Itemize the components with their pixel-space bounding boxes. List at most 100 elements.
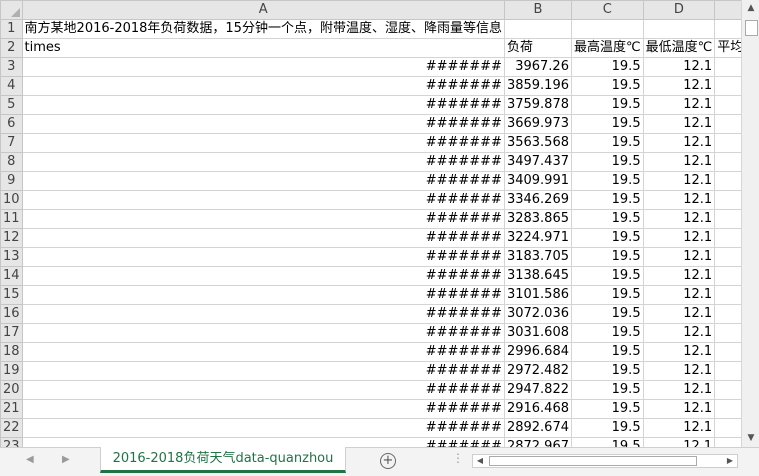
- cell[interactable]: [503, 19, 572, 39]
- cell[interactable]: 12.1: [642, 266, 716, 286]
- cell[interactable]: 12.1: [642, 114, 716, 134]
- cell[interactable]: 19.5: [570, 266, 644, 286]
- cell[interactable]: 15.8: [714, 190, 741, 210]
- cell[interactable]: #######: [21, 285, 505, 305]
- prev-sheet-icon[interactable]: ◀: [26, 454, 34, 465]
- cell[interactable]: 15.8: [714, 209, 741, 229]
- add-sheet-icon[interactable]: +: [380, 453, 396, 469]
- cell[interactable]: #######: [21, 95, 505, 115]
- cell[interactable]: 15.8: [714, 114, 741, 134]
- cell[interactable]: 15.8: [714, 399, 741, 419]
- cell[interactable]: 19.5: [570, 247, 644, 267]
- cell[interactable]: 15.8: [714, 57, 741, 77]
- row-header[interactable]: 15: [0, 285, 23, 305]
- cell[interactable]: #######: [21, 418, 505, 438]
- cell[interactable]: #######: [21, 76, 505, 96]
- cell[interactable]: #######: [21, 342, 505, 362]
- cell[interactable]: 19.5: [570, 76, 644, 96]
- cell[interactable]: 15.8: [714, 152, 741, 172]
- column-label-cell[interactable]: 最低温度℃: [642, 38, 716, 58]
- row-header[interactable]: 7: [0, 133, 23, 153]
- row-header[interactable]: 12: [0, 228, 23, 248]
- cell[interactable]: 15.8: [714, 361, 741, 381]
- cell[interactable]: #######: [21, 228, 505, 248]
- cell[interactable]: 15.8: [714, 133, 741, 153]
- cell[interactable]: 12.1: [642, 76, 716, 96]
- column-header[interactable]: D: [642, 0, 716, 20]
- cell[interactable]: #######: [21, 57, 505, 77]
- cell[interactable]: #######: [21, 133, 505, 153]
- row-header[interactable]: 5: [0, 95, 23, 115]
- cell[interactable]: 19.5: [570, 152, 644, 172]
- cell[interactable]: 3072.036: [503, 304, 572, 324]
- cell[interactable]: 2892.674: [503, 418, 572, 438]
- more-options-icon[interactable]: ⋮: [452, 451, 464, 465]
- row-header[interactable]: 1: [0, 19, 23, 39]
- scroll-up-icon[interactable]: ▲: [742, 0, 759, 17]
- cell[interactable]: 15.8: [714, 323, 741, 343]
- cell[interactable]: #######: [21, 190, 505, 210]
- cell[interactable]: 15.8: [714, 418, 741, 438]
- cell[interactable]: 19.5: [570, 228, 644, 248]
- cell[interactable]: 19.5: [570, 304, 644, 324]
- cell[interactable]: 12.1: [642, 133, 716, 153]
- cell[interactable]: 3283.865: [503, 209, 572, 229]
- cell[interactable]: 12.1: [642, 437, 716, 447]
- cell[interactable]: 3669.973: [503, 114, 572, 134]
- select-all-corner[interactable]: [0, 0, 23, 20]
- vertical-scroll-thumb[interactable]: [745, 20, 758, 36]
- cell[interactable]: 3138.645: [503, 266, 572, 286]
- cell[interactable]: 2872.967: [503, 437, 572, 447]
- cell[interactable]: 15.8: [714, 380, 741, 400]
- cell[interactable]: 12.1: [642, 57, 716, 77]
- row-header[interactable]: 11: [0, 209, 23, 229]
- cell[interactable]: 19.5: [570, 342, 644, 362]
- cell[interactable]: 3497.437: [503, 152, 572, 172]
- column-header[interactable]: E: [714, 0, 741, 20]
- next-sheet-icon[interactable]: ▶: [62, 454, 70, 465]
- cell[interactable]: 15.8: [714, 285, 741, 305]
- cell[interactable]: 12.1: [642, 209, 716, 229]
- column-header[interactable]: C: [570, 0, 644, 20]
- cell[interactable]: 19.5: [570, 95, 644, 115]
- scroll-right-icon[interactable]: ▶: [723, 455, 737, 467]
- row-header[interactable]: 3: [0, 57, 23, 77]
- row-header[interactable]: 18: [0, 342, 23, 362]
- cell[interactable]: 2916.468: [503, 399, 572, 419]
- cell[interactable]: #######: [21, 152, 505, 172]
- column-label-cell[interactable]: 最高温度℃: [570, 38, 644, 58]
- column-label-cell[interactable]: 负荷: [503, 38, 572, 58]
- cell[interactable]: 3346.269: [503, 190, 572, 210]
- column-label-cell[interactable]: 平均温度℃: [714, 38, 741, 58]
- cell[interactable]: #######: [21, 171, 505, 191]
- column-label-cell[interactable]: times: [21, 38, 505, 58]
- cell[interactable]: 12.1: [642, 342, 716, 362]
- row-header[interactable]: 22: [0, 418, 23, 438]
- cell[interactable]: 19.5: [570, 57, 644, 77]
- cell[interactable]: 3183.705: [503, 247, 572, 267]
- cell[interactable]: #######: [21, 114, 505, 134]
- scroll-left-icon[interactable]: ◀: [473, 455, 487, 467]
- cell[interactable]: 12.1: [642, 380, 716, 400]
- cell[interactable]: #######: [21, 399, 505, 419]
- cell[interactable]: #######: [21, 437, 505, 447]
- cell[interactable]: 15.8: [714, 171, 741, 191]
- cell[interactable]: 2947.822: [503, 380, 572, 400]
- row-header[interactable]: 13: [0, 247, 23, 267]
- cell[interactable]: 15.8: [714, 304, 741, 324]
- cell[interactable]: 3563.568: [503, 133, 572, 153]
- row-header[interactable]: 20: [0, 380, 23, 400]
- row-header[interactable]: 8: [0, 152, 23, 172]
- cell[interactable]: 19.5: [570, 323, 644, 343]
- cell[interactable]: 19.5: [570, 171, 644, 191]
- cell[interactable]: 15.8: [714, 342, 741, 362]
- cell[interactable]: 19.5: [570, 190, 644, 210]
- cell[interactable]: 15.8: [714, 228, 741, 248]
- cell[interactable]: 19.5: [570, 133, 644, 153]
- cell[interactable]: #######: [21, 361, 505, 381]
- cell[interactable]: 12.1: [642, 304, 716, 324]
- cell[interactable]: [714, 19, 741, 39]
- cell[interactable]: [642, 19, 716, 39]
- cell[interactable]: 3101.586: [503, 285, 572, 305]
- cell[interactable]: 3031.608: [503, 323, 572, 343]
